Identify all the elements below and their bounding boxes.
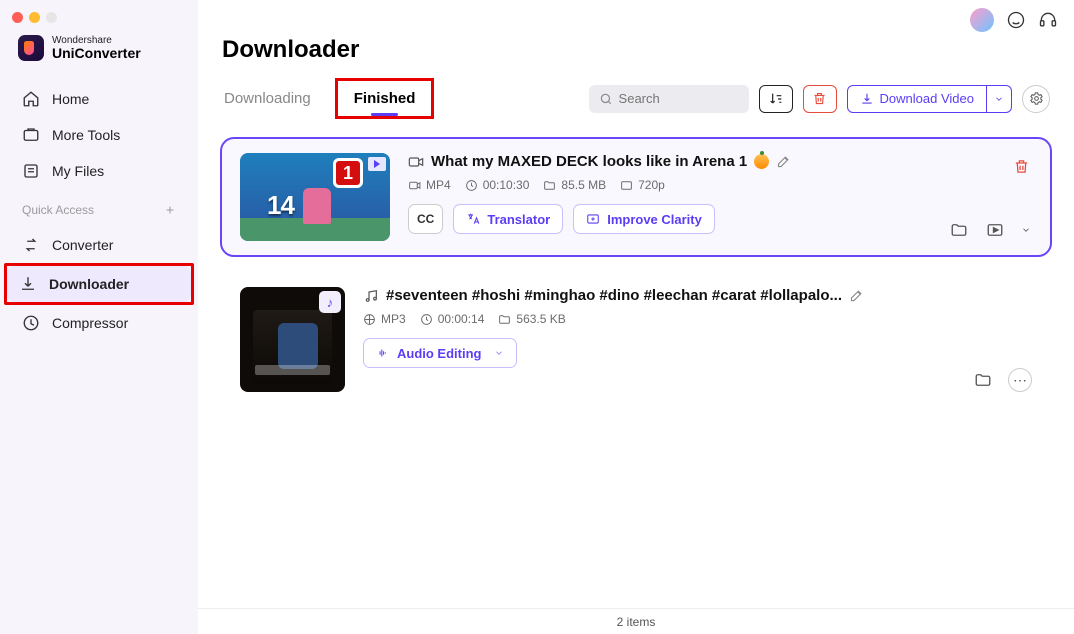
audio-type-icon [363, 288, 379, 304]
cc-badge[interactable]: CC [408, 204, 443, 234]
download-video-label: Download Video [880, 91, 974, 106]
edit-title-icon[interactable] [776, 154, 791, 169]
tab-finished[interactable]: Finished [352, 84, 418, 113]
clock-icon [465, 179, 478, 192]
sidebar-item-label: More Tools [52, 127, 120, 143]
item-extra: 720p [638, 178, 665, 192]
brand: Wondershare UniConverter [0, 33, 198, 77]
delete-item-button[interactable] [1010, 155, 1032, 177]
format-icon [363, 313, 376, 326]
sidebar-item-label: Converter [52, 237, 113, 253]
home-icon [22, 90, 40, 108]
sidebar-item-downloader[interactable]: Downloader [7, 266, 191, 302]
search-box[interactable] [589, 85, 749, 113]
brand-line2: UniConverter [52, 46, 141, 61]
open-folder-button[interactable] [948, 219, 970, 241]
download-video-dropdown[interactable] [986, 86, 1011, 112]
converter-icon [22, 236, 40, 254]
status-bar: 2 items [198, 608, 1074, 634]
video-type-icon [408, 154, 424, 170]
sidebar-item-converter[interactable]: Converter [10, 227, 188, 263]
quick-access-nav: Converter Downloader Compressor [0, 223, 198, 345]
trash-icon [812, 91, 827, 106]
translator-button[interactable]: Translator [453, 204, 563, 234]
window-traffic-lights [0, 10, 198, 33]
clock-icon [420, 313, 433, 326]
feedback-icon[interactable] [1006, 10, 1026, 30]
sort-icon [768, 91, 784, 107]
item-format: MP4 [426, 178, 451, 192]
download-video-button[interactable]: Download Video [847, 85, 1012, 113]
my-files-icon [22, 162, 40, 180]
sidebar-item-compressor[interactable]: Compressor [10, 305, 188, 341]
folder-icon [498, 313, 511, 326]
sidebar-item-label: My Files [52, 163, 104, 179]
more-tools-icon [22, 126, 40, 144]
chevron-down-icon [494, 348, 504, 358]
delete-all-button[interactable] [803, 85, 837, 113]
search-input[interactable] [619, 91, 719, 106]
sidebar: Wondershare UniConverter Home More Tools [0, 0, 198, 634]
more-options-button[interactable]: ⋯ [1008, 368, 1032, 392]
item-title: #seventeen #hoshi #minghao #dino #leecha… [386, 287, 842, 304]
download-item[interactable]: ♪ #seventeen #hoshi #minghao #dino #leec… [220, 271, 1052, 408]
download-icon [860, 92, 874, 106]
waveform-icon [376, 346, 390, 360]
sort-button[interactable] [759, 85, 793, 113]
more-dropdown-icon[interactable] [1020, 219, 1032, 241]
item-duration: 00:00:14 [438, 312, 485, 326]
tab-downloading[interactable]: Downloading [222, 84, 313, 113]
sidebar-item-more-tools[interactable]: More Tools [10, 117, 188, 153]
sidebar-item-label: Downloader [49, 276, 129, 292]
main-content: Downloader Downloading Finished [198, 0, 1074, 634]
item-format: MP3 [381, 312, 406, 326]
item-size: 85.5 MB [561, 178, 606, 192]
minimize-window-icon[interactable] [29, 12, 40, 23]
enhance-icon [586, 212, 600, 226]
toolbar: Downloading Finished [198, 78, 1074, 119]
audio-thumbnail[interactable]: ♪ [240, 287, 345, 392]
sidebar-item-my-files[interactable]: My Files [10, 153, 188, 189]
user-avatar-icon[interactable] [970, 8, 994, 32]
brand-logo-icon [18, 35, 44, 61]
settings-button[interactable] [1022, 85, 1050, 113]
add-quick-access-icon[interactable] [164, 204, 176, 216]
open-folder-button[interactable] [972, 369, 994, 391]
video-thumbnail[interactable]: 1 14 [240, 153, 390, 241]
edit-title-icon[interactable] [849, 288, 864, 303]
search-icon [599, 92, 613, 106]
gear-icon [1029, 91, 1044, 106]
sidebar-item-home[interactable]: Home [10, 81, 188, 117]
page-title: Downloader [198, 0, 1074, 78]
support-headset-icon[interactable] [1038, 10, 1058, 30]
sidebar-item-label: Compressor [52, 315, 128, 331]
emoji-tangerine-icon [754, 154, 769, 169]
folder-icon [543, 179, 556, 192]
maximize-window-icon[interactable] [46, 12, 57, 23]
downloader-icon [19, 275, 37, 293]
downloads-list: 1 14 What my MAXED DECK looks like in Ar… [198, 119, 1074, 608]
close-window-icon[interactable] [12, 12, 23, 23]
item-count: 2 items [617, 615, 656, 629]
play-overlay-icon [368, 157, 386, 171]
download-item[interactable]: 1 14 What my MAXED DECK looks like in Ar… [220, 137, 1052, 257]
sidebar-item-label: Home [52, 91, 89, 107]
item-duration: 00:10:30 [483, 178, 530, 192]
quick-access-label: Quick Access [0, 193, 198, 223]
item-size: 563.5 KB [516, 312, 565, 326]
format-icon [408, 179, 421, 192]
music-note-icon: ♪ [319, 291, 341, 313]
audio-editing-button[interactable]: Audio Editing [363, 338, 517, 368]
resolution-icon [620, 179, 633, 192]
improve-clarity-button[interactable]: Improve Clarity [573, 204, 715, 234]
compressor-icon [22, 314, 40, 332]
item-title: What my MAXED DECK looks like in Arena 1 [431, 153, 747, 170]
main-nav: Home More Tools My Files [0, 77, 198, 193]
translate-icon [466, 212, 480, 226]
play-video-button[interactable] [984, 219, 1006, 241]
